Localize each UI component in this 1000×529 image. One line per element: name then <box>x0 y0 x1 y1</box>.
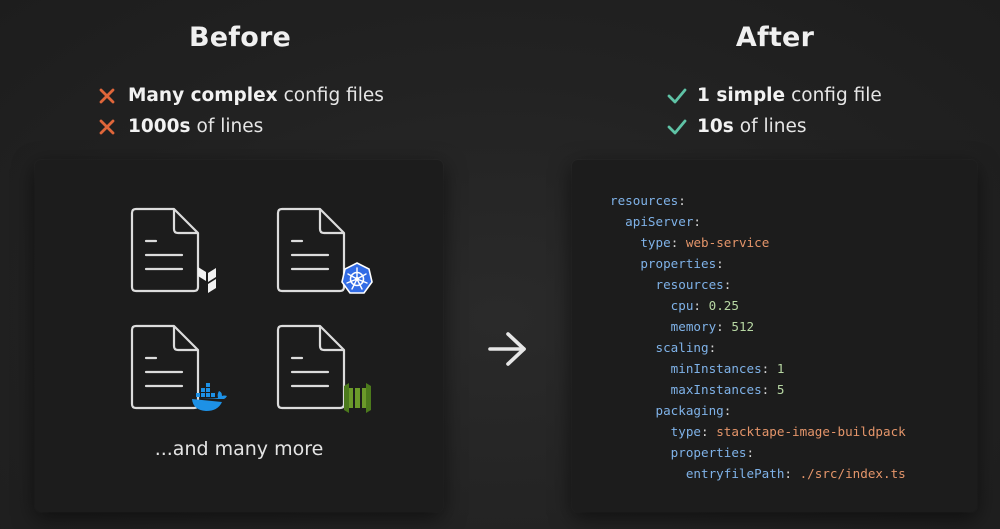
code-key: type <box>640 235 671 250</box>
bullet-bold-text: Many complex <box>128 85 278 106</box>
bullet-bold-text: 1000s <box>128 116 191 137</box>
code-key: apiServer <box>625 214 694 229</box>
after-bullet-item: 1 simple config file <box>667 80 882 111</box>
before-config-files-card: ...and many more <box>35 160 443 512</box>
code-value: web-service <box>685 235 770 250</box>
code-value: 0.25 <box>708 298 739 313</box>
code-line: cpu: 0.25 <box>670 298 739 313</box>
check-icon <box>667 87 697 105</box>
code-value: 1 <box>776 361 785 376</box>
config-file-icon <box>276 207 373 294</box>
code-key: properties <box>640 256 717 271</box>
code-value: ./src/index.ts <box>799 466 906 481</box>
bullet-text: of lines <box>196 116 264 137</box>
code-value: 512 <box>731 319 755 334</box>
bullet-text: config files <box>283 85 384 106</box>
code-key: cpu <box>670 298 694 313</box>
before-bullet-item: 1000s of lines <box>98 111 384 142</box>
before-bullet-item: Many complex config files <box>98 80 384 111</box>
code-line: minInstances: 1 <box>670 361 785 376</box>
bullet-text: of lines <box>739 116 807 137</box>
code-key: type <box>670 424 702 439</box>
code-line: entryfilePath: ./src/index.ts <box>685 466 906 481</box>
terraform-logo-icon <box>198 267 216 293</box>
code-line: properties: <box>670 445 755 460</box>
code-line: maxInstances: 5 <box>670 382 785 397</box>
yaml-code-block: resources: apiServer: type: web-service … <box>610 190 906 484</box>
config-file-icon <box>130 324 227 411</box>
check-icon <box>667 118 697 136</box>
cross-icon <box>98 118 128 136</box>
code-line: memory: 512 <box>670 319 755 334</box>
arrow-right-icon <box>488 332 526 366</box>
after-title: After <box>735 22 815 53</box>
code-key: memory <box>670 319 717 334</box>
code-key: properties <box>670 445 747 460</box>
bullet-bold-text: 1 simple <box>697 85 786 106</box>
code-line: type: web-service <box>640 235 770 250</box>
code-line: resources: <box>655 277 732 292</box>
cloudformation-logo-icon <box>344 383 371 413</box>
config-file-icon <box>276 324 371 413</box>
code-value: 5 <box>776 382 785 397</box>
code-key: resources <box>655 277 724 292</box>
bullet-bold-text: 10s <box>697 116 734 137</box>
code-key: resources <box>610 193 679 208</box>
and-many-more-text: ...and many more <box>154 438 324 460</box>
after-bullet-item: 10s of lines <box>667 111 882 142</box>
before-title: Before <box>188 22 291 53</box>
after-bullet-list: 1 simple config file 10s of lines <box>667 80 882 142</box>
kubernetes-logo-icon <box>341 262 373 294</box>
config-file-icon <box>130 207 216 293</box>
code-key: maxInstances <box>670 382 762 397</box>
code-key: packaging <box>655 403 724 418</box>
after-config-code-card: resources: apiServer: type: web-service … <box>572 160 977 512</box>
code-value: stacktape-image-buildpack <box>716 424 906 439</box>
code-line: scaling: <box>655 340 717 355</box>
bullet-text: config file <box>791 85 882 106</box>
before-bullet-list: Many complex config files 1000s of lines <box>98 80 384 142</box>
code-line: properties: <box>640 256 724 271</box>
cross-icon <box>98 87 128 105</box>
code-line: packaging: <box>655 403 732 418</box>
code-line: type: stacktape-image-buildpack <box>670 424 906 439</box>
code-line: resources: <box>610 193 686 208</box>
code-key: entryfilePath <box>685 466 785 481</box>
code-line: apiServer: <box>625 214 702 229</box>
code-key: scaling <box>655 340 709 355</box>
code-key: minInstances <box>670 361 762 376</box>
